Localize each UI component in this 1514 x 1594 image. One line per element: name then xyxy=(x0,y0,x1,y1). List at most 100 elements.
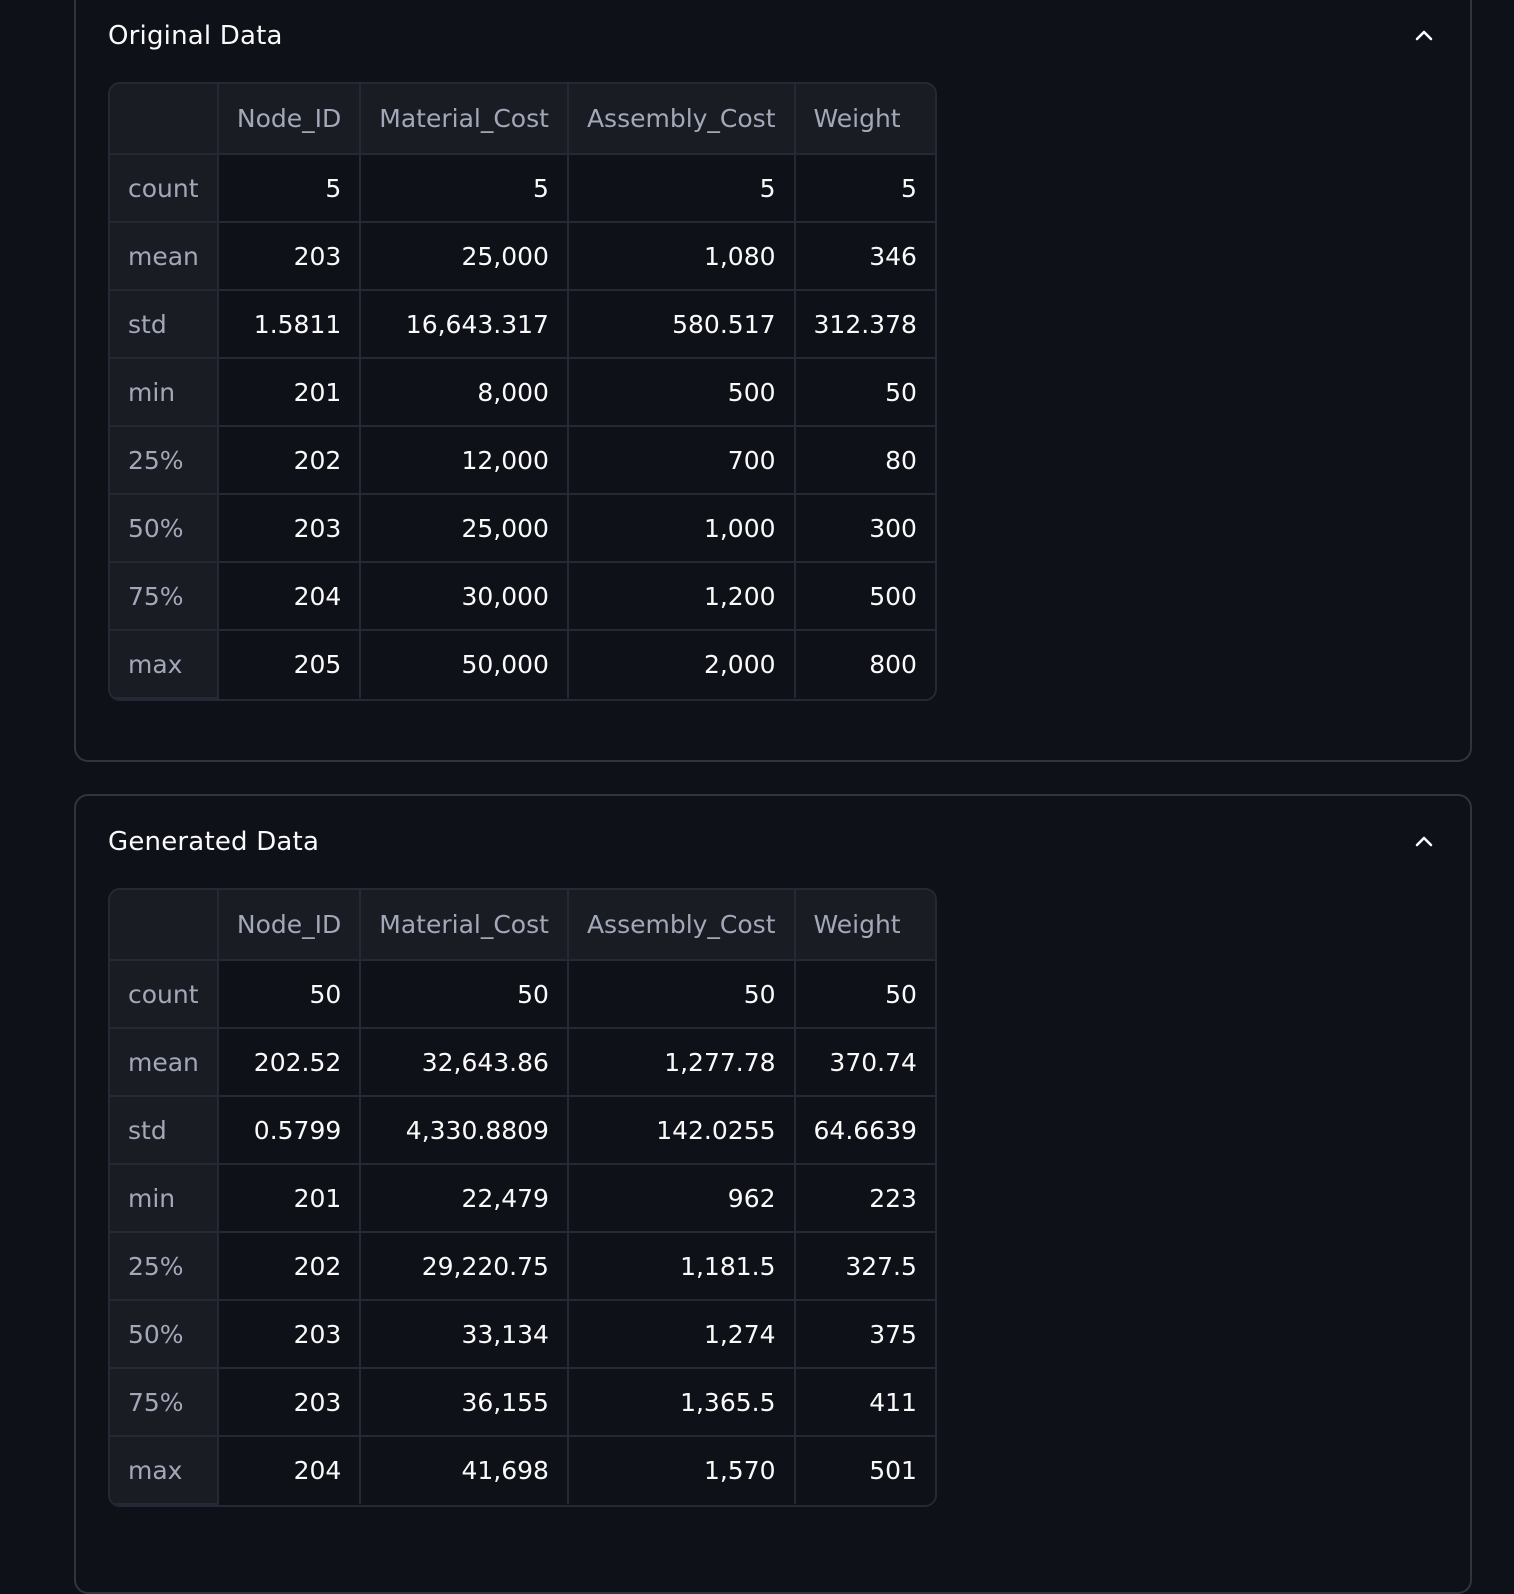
row-index-cell[interactable]: count xyxy=(110,960,219,1029)
table-cell[interactable]: 80 xyxy=(794,426,935,495)
chevron-up-icon[interactable] xyxy=(1410,22,1438,50)
dataframe[interactable]: Node_ID Material_Cost Assembly_Cost Weight … xyxy=(108,82,937,701)
table-cell[interactable]: 700 xyxy=(567,426,796,495)
column-header[interactable]: Weight xyxy=(794,890,935,961)
table-cell[interactable]: 327.5 xyxy=(794,1232,935,1301)
table-cell[interactable]: 8,000 xyxy=(360,358,569,427)
row-index-cell[interactable]: 25% xyxy=(110,1232,219,1301)
column-header[interactable]: Assembly_Cost xyxy=(567,890,796,961)
table-cell[interactable]: 50 xyxy=(217,960,362,1029)
table-cell[interactable]: 203 xyxy=(217,1300,362,1369)
table-cell[interactable]: 16,643.317 xyxy=(360,290,569,359)
table-cell[interactable]: 1,570 xyxy=(567,1436,796,1504)
table-cell[interactable]: 1,365.5 xyxy=(567,1368,796,1437)
table-cell[interactable]: 50 xyxy=(360,960,569,1029)
column-header[interactable]: Node_ID xyxy=(217,84,362,155)
table-cell[interactable]: 202 xyxy=(217,426,362,495)
chevron-up-icon[interactable] xyxy=(1410,828,1438,856)
table-cell[interactable]: 30,000 xyxy=(360,562,569,631)
column-header[interactable]: Material_Cost xyxy=(360,890,569,961)
table-cell[interactable]: 5 xyxy=(360,154,569,223)
row-index-cell[interactable]: 25% xyxy=(110,426,219,495)
generated-data-expander-header[interactable]: Generated Data xyxy=(108,822,1438,862)
table-cell[interactable]: 41,698 xyxy=(360,1436,569,1504)
table-row: max 205 50,000 2,000 800 xyxy=(110,630,935,699)
table-cell[interactable]: 580.517 xyxy=(567,290,796,359)
table-cell[interactable]: 36,155 xyxy=(360,1368,569,1437)
table-cell[interactable]: 202 xyxy=(217,1232,362,1301)
row-index-cell[interactable]: 50% xyxy=(110,1300,219,1369)
table-cell[interactable]: 5 xyxy=(794,154,935,223)
table-cell[interactable]: 500 xyxy=(794,562,935,631)
table-cell[interactable]: 142.0255 xyxy=(567,1096,796,1165)
table-cell[interactable]: 1,181.5 xyxy=(567,1232,796,1301)
table-cell[interactable]: 203 xyxy=(217,1368,362,1437)
row-index-cell[interactable]: min xyxy=(110,358,219,427)
table-cell[interactable]: 25,000 xyxy=(360,494,569,563)
table-cell[interactable]: 33,134 xyxy=(360,1300,569,1369)
table-cell[interactable]: 0.5799 xyxy=(217,1096,362,1165)
table-cell[interactable]: 64.6639 xyxy=(794,1096,935,1165)
table-cell[interactable]: 12,000 xyxy=(360,426,569,495)
row-index-cell[interactable]: min xyxy=(110,1164,219,1233)
table-cell[interactable]: 346 xyxy=(794,222,935,291)
table-cell[interactable]: 2,000 xyxy=(567,630,796,698)
table-cell[interactable]: 375 xyxy=(794,1300,935,1369)
table-cell[interactable]: 500 xyxy=(567,358,796,427)
row-index-cell[interactable]: count xyxy=(110,154,219,223)
table-cell[interactable]: 50 xyxy=(567,960,796,1029)
row-index-cell[interactable]: std xyxy=(110,290,219,359)
expander-title: Generated Data xyxy=(108,827,320,857)
column-header[interactable]: Material_Cost xyxy=(360,84,569,155)
row-index-cell[interactable]: 50% xyxy=(110,494,219,563)
column-header[interactable]: Weight xyxy=(794,84,935,155)
table-cell[interactable]: 962 xyxy=(567,1164,796,1233)
table-row: 75% 203 36,155 1,365.5 411 xyxy=(110,1368,935,1437)
table-row: min 201 22,479 962 223 xyxy=(110,1164,935,1233)
table-cell[interactable]: 205 xyxy=(217,630,362,698)
table-cell[interactable]: 50 xyxy=(794,960,935,1029)
column-header[interactable]: Assembly_Cost xyxy=(567,84,796,155)
original-data-expander-header[interactable]: Original Data xyxy=(108,16,1438,56)
table-cell[interactable]: 29,220.75 xyxy=(360,1232,569,1301)
row-index-cell[interactable]: mean xyxy=(110,222,219,291)
table-cell[interactable]: 201 xyxy=(217,1164,362,1233)
table-cell[interactable]: 50,000 xyxy=(360,630,569,698)
row-index-cell[interactable]: mean xyxy=(110,1028,219,1097)
table-cell[interactable]: 25,000 xyxy=(360,222,569,291)
table-cell[interactable]: 223 xyxy=(794,1164,935,1233)
table-row: max 204 41,698 1,570 501 xyxy=(110,1436,935,1505)
table-cell[interactable]: 4,330.8809 xyxy=(360,1096,569,1165)
table-cell[interactable]: 411 xyxy=(794,1368,935,1437)
column-header[interactable]: Node_ID xyxy=(217,890,362,961)
table-cell[interactable]: 501 xyxy=(795,1436,935,1504)
row-index-cell[interactable]: 75% xyxy=(110,562,219,631)
table-row: 25% 202 12,000 700 80 xyxy=(110,426,935,495)
table-cell[interactable]: 312.378 xyxy=(794,290,935,359)
table-cell[interactable]: 202.52 xyxy=(217,1028,362,1097)
table-cell[interactable]: 1,200 xyxy=(567,562,796,631)
table-cell[interactable]: 1,080 xyxy=(567,222,796,291)
dataframe[interactable]: Node_ID Material_Cost Assembly_Cost Weight … xyxy=(108,888,937,1507)
table-cell[interactable]: 203 xyxy=(217,494,362,563)
table-cell[interactable]: 5 xyxy=(567,154,796,223)
table-cell[interactable]: 1,274 xyxy=(567,1300,796,1369)
table-cell[interactable]: 201 xyxy=(217,358,362,427)
table-cell[interactable]: 5 xyxy=(217,154,362,223)
table-cell[interactable]: 50 xyxy=(794,358,935,427)
table-cell[interactable]: 203 xyxy=(217,222,362,291)
row-index-cell[interactable]: max xyxy=(110,630,219,699)
table-cell[interactable]: 1,277.78 xyxy=(567,1028,796,1097)
table-cell[interactable]: 800 xyxy=(795,630,935,698)
table-cell[interactable]: 204 xyxy=(217,562,362,631)
table-cell[interactable]: 370.74 xyxy=(794,1028,935,1097)
table-cell[interactable]: 204 xyxy=(217,1436,362,1504)
table-cell[interactable]: 1.5811 xyxy=(217,290,362,359)
table-cell[interactable]: 300 xyxy=(794,494,935,563)
row-index-cell[interactable]: 75% xyxy=(110,1368,219,1437)
row-index-cell[interactable]: std xyxy=(110,1096,219,1165)
row-index-cell[interactable]: max xyxy=(110,1436,219,1505)
table-cell[interactable]: 1,000 xyxy=(567,494,796,563)
table-cell[interactable]: 32,643.86 xyxy=(360,1028,569,1097)
table-cell[interactable]: 22,479 xyxy=(360,1164,569,1233)
